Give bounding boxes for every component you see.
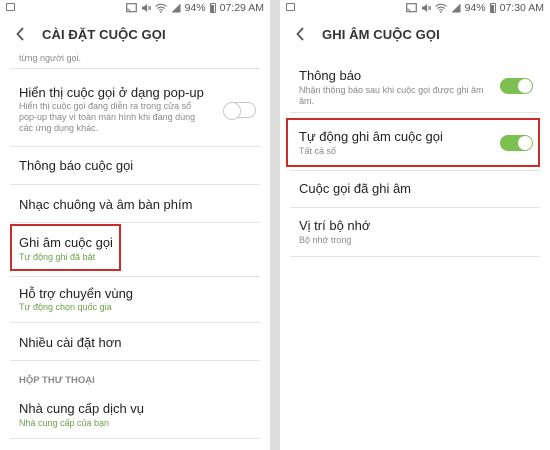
service-provider-title: Nhà cung cấp dịch vụ <box>19 401 145 416</box>
status-time: 07:30 AM <box>499 2 544 14</box>
notification-toggle[interactable] <box>500 78 533 94</box>
ringtone-keypad-setting[interactable]: Nhạc chuông và âm bàn phím <box>0 185 270 222</box>
divider <box>290 256 540 257</box>
wifi-icon <box>154 3 167 13</box>
ringtone-keypad-title: Nhạc chuông và âm bàn phím <box>19 197 193 212</box>
app-bar: GHI ÂM CUỘC GỌI <box>280 16 550 54</box>
popup-call-description-line: pop-up thay vì toàn màn hình khi đang dù… <box>19 112 196 122</box>
app-bar: CÀI ĐẶT CUỘC GỌI <box>0 16 270 54</box>
battery-percent: 94% <box>464 2 486 14</box>
notification-icon <box>6 3 15 11</box>
service-provider-value: Nhà cung cấp của bạn <box>19 418 110 428</box>
status-bar: 94% 07:29 AM <box>0 0 270 16</box>
highlight-box <box>10 224 121 271</box>
partial-item-description: từng người gọi. <box>19 53 81 63</box>
notification-description-line: âm. <box>299 96 315 106</box>
left-phone-screen: 94% 07:29 AM CÀI ĐẶT CUỘC GỌI từng người… <box>0 0 270 450</box>
recorded-calls-item[interactable]: Cuộc gọi đã ghi âm <box>280 171 550 207</box>
battery-icon <box>209 3 216 13</box>
storage-location-setting[interactable]: Vị trí bộ nhớ Bộ nhớ trong <box>280 208 550 256</box>
settings-list: Thông báo Nhận thông báo sau khi cuộc gọ… <box>280 54 550 450</box>
service-provider-setting[interactable]: Nhà cung cấp dịch vụ Nhà cung cấp của bạ… <box>0 387 270 435</box>
divider <box>10 438 260 439</box>
popup-call-description-line: Hiển thị cuộc gọi đang diễn ra trong cửa… <box>19 101 192 111</box>
mute-icon <box>421 3 431 13</box>
back-arrow-icon[interactable] <box>14 26 28 42</box>
roaming-assist-status: Tự động chọn quốc gia <box>19 302 112 312</box>
toggle-knob <box>223 102 241 120</box>
highlight-box <box>286 118 540 167</box>
wifi-icon <box>434 3 447 13</box>
notification-setting[interactable]: Thông báo Nhận thông báo sau khi cuộc gọ… <box>280 54 550 110</box>
voicemail-section-header: HỘP THƯ THOẠI <box>19 375 95 386</box>
status-time: 07:29 AM <box>219 2 264 14</box>
roaming-assist-setting[interactable]: Hỗ trợ chuyển vùng Tự động chọn quốc gia <box>0 277 270 325</box>
mute-icon <box>141 3 151 13</box>
settings-list: từng người gọi. Hiển thị cuộc gọi ở dạng… <box>0 53 270 450</box>
signal-icon <box>171 3 181 13</box>
signal-icon <box>451 3 461 13</box>
notification-description-line: Nhận thông báo sau khi cuộc gọi được ghi… <box>299 85 484 95</box>
battery-icon <box>489 3 496 13</box>
call-notification-setting[interactable]: Thông báo cuộc gọi <box>0 147 270 184</box>
storage-location-title: Vị trí bộ nhớ <box>299 218 371 233</box>
battery-percent: 94% <box>184 2 206 14</box>
storage-location-value: Bộ nhớ trong <box>299 235 352 245</box>
divider <box>10 68 260 69</box>
popup-call-setting[interactable]: Hiển thị cuộc gọi ở dạng pop-up Hiển thị… <box>0 70 270 138</box>
popup-call-description-line: các ứng dụng khác. <box>19 123 99 133</box>
divider <box>290 112 540 113</box>
status-bar: 94% 07:30 AM <box>280 0 550 16</box>
more-settings[interactable]: Nhiều cài đặt hơn <box>0 323 270 361</box>
roaming-assist-title: Hỗ trợ chuyển vùng <box>19 286 134 301</box>
call-notification-title: Thông báo cuộc gọi <box>19 158 134 173</box>
notification-icon <box>286 3 295 11</box>
cast-icon <box>405 3 417 13</box>
right-phone-screen: 94% 07:30 AM GHI ÂM CUỘC GỌI Thông báo N… <box>280 0 550 450</box>
recorded-calls-title: Cuộc gọi đã ghi âm <box>299 181 412 196</box>
notification-title: Thông báo <box>299 68 362 83</box>
page-title: GHI ÂM CUỘC GỌI <box>322 27 440 42</box>
toggle-knob <box>517 78 533 94</box>
popup-call-toggle[interactable] <box>223 102 256 120</box>
page-title: CÀI ĐẶT CUỘC GỌI <box>42 27 166 42</box>
popup-call-title: Hiển thị cuộc gọi ở dạng pop-up <box>19 85 204 100</box>
back-arrow-icon[interactable] <box>294 26 308 42</box>
divider <box>10 360 260 361</box>
more-settings-title: Nhiều cài đặt hơn <box>19 335 122 350</box>
cast-icon <box>125 3 137 13</box>
